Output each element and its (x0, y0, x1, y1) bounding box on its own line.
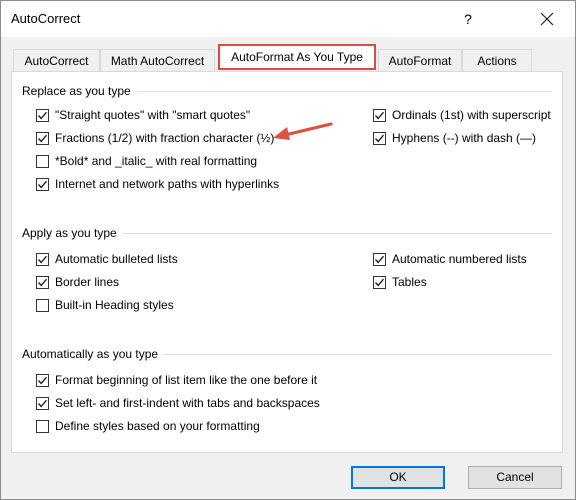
option-label: Automatic bulleted lists (55, 252, 178, 266)
option-bold-italic[interactable]: *Bold* and _italic_ with real formatting (36, 153, 257, 169)
ok-button[interactable]: OK (351, 466, 445, 489)
tab-label: Actions (477, 54, 517, 68)
checkmark-icon (37, 278, 48, 286)
checkbox[interactable] (36, 108, 49, 122)
checkbox[interactable] (36, 252, 49, 266)
checkmark-icon (374, 278, 385, 286)
checkmark-icon (37, 255, 48, 263)
option-ordinals[interactable]: Ordinals (1st) with superscript (373, 107, 551, 123)
section-title-replace: Replace as you type (22, 84, 137, 98)
close-button[interactable] (529, 5, 565, 33)
option-define-styles[interactable]: Define styles based on your formatting (36, 418, 260, 434)
checkmark-icon (374, 255, 385, 263)
checkmark-icon (37, 134, 48, 142)
checkbox[interactable] (36, 177, 49, 191)
help-icon: ? (464, 11, 472, 27)
option-heading-styles[interactable]: Built-in Heading styles (36, 297, 174, 313)
checkbox[interactable] (373, 252, 386, 266)
option-label: Ordinals (1st) with superscript (392, 108, 551, 122)
checkmark-icon (374, 134, 385, 142)
option-label: Built-in Heading styles (55, 298, 174, 312)
option-label: *Bold* and _italic_ with real formatting (55, 154, 258, 168)
checkbox[interactable] (36, 373, 49, 387)
option-tables[interactable]: Tables (373, 274, 427, 290)
option-indent-tabs[interactable]: Set left- and first-indent with tabs and… (36, 395, 320, 411)
tab-autoformat[interactable]: AutoFormat (378, 49, 462, 71)
tab-label: Math AutoCorrect (110, 54, 205, 68)
option-label: Fractions (1/2) with fraction character … (55, 131, 275, 145)
option-fractions[interactable]: Fractions (1/2) with fraction character … (36, 130, 274, 146)
checkbox[interactable] (36, 275, 49, 289)
option-smart-quotes[interactable]: "Straight quotes" with "smart quotes" (36, 107, 250, 123)
ok-label: OK (389, 470, 407, 484)
cancel-button[interactable]: Cancel (468, 466, 562, 489)
tab-autocorrect[interactable]: AutoCorrect (13, 49, 100, 71)
option-border-lines[interactable]: Border lines (36, 274, 119, 290)
option-label: Automatic numbered lists (392, 252, 527, 266)
tab-label: AutoFormat (388, 54, 452, 68)
option-hyperlinks[interactable]: Internet and network paths with hyperlin… (36, 176, 279, 192)
annotation-arrow-icon (273, 122, 333, 140)
option-format-list-item[interactable]: Format beginning of list item like the o… (36, 372, 317, 388)
option-label: Define styles based on your formatting (55, 419, 260, 433)
option-label: Set left- and first-indent with tabs and… (55, 396, 320, 410)
option-label: Border lines (55, 275, 120, 289)
option-bulleted-lists[interactable]: Automatic bulleted lists (36, 251, 178, 267)
checkbox[interactable] (36, 154, 49, 168)
option-label: Hyphens (--) with dash (—) (392, 131, 537, 145)
checkmark-icon (37, 399, 48, 407)
tab-label: AutoCorrect (24, 54, 89, 68)
close-icon (540, 12, 554, 26)
checkbox[interactable] (36, 298, 49, 312)
title-bar: AutoCorrect ? (1, 1, 575, 37)
option-numbered-lists[interactable]: Automatic numbered lists (373, 251, 527, 267)
option-label: Internet and network paths with hyperlin… (55, 177, 280, 191)
checkbox[interactable] (36, 396, 49, 410)
help-button[interactable]: ? (453, 5, 483, 33)
checkbox[interactable] (36, 131, 49, 145)
section-title-apply: Apply as you type (22, 226, 123, 240)
option-label: Format beginning of list item like the o… (55, 373, 318, 387)
option-label: "Straight quotes" with "smart quotes" (55, 108, 251, 122)
checkbox[interactable] (373, 275, 386, 289)
option-hyphens[interactable]: Hyphens (--) with dash (—) (373, 130, 536, 146)
tab-math-autocorrect[interactable]: Math AutoCorrect (100, 49, 215, 71)
checkbox[interactable] (373, 108, 386, 122)
checkmark-icon (37, 180, 48, 188)
tab-actions[interactable]: Actions (462, 49, 532, 71)
section-title-auto: Automatically as you type (22, 347, 165, 361)
checkbox[interactable] (36, 419, 49, 433)
checkmark-icon (374, 111, 385, 119)
checkbox[interactable] (373, 131, 386, 145)
option-label: Tables (392, 275, 427, 289)
tab-label: AutoFormat As You Type (231, 50, 363, 64)
cancel-label: Cancel (496, 470, 534, 484)
checkmark-icon (37, 111, 48, 119)
window-title: AutoCorrect (11, 11, 81, 26)
autocorrect-dialog: AutoCorrect ? AutoCorrect Math AutoCorre… (0, 0, 576, 500)
tab-autoformat-as-you-type[interactable]: AutoFormat As You Type (218, 44, 376, 70)
checkmark-icon (37, 376, 48, 384)
